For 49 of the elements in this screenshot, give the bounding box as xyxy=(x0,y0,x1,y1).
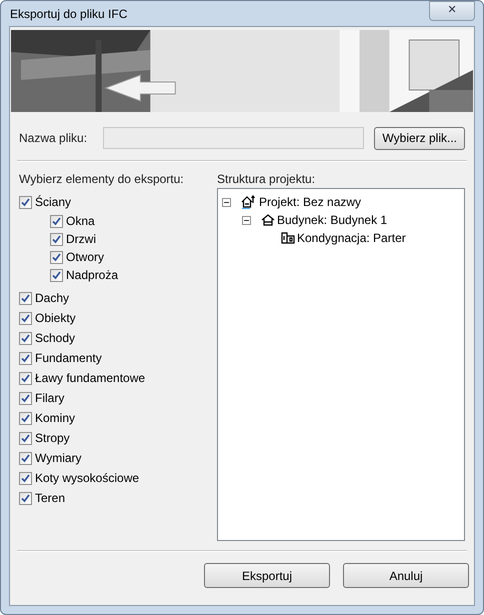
checkbox-label[interactable]: Nadproża xyxy=(66,266,118,284)
checkbox-label[interactable]: Okna xyxy=(66,212,95,230)
checkbox-label[interactable]: Kominy xyxy=(35,409,76,427)
checkbox[interactable] xyxy=(19,352,32,364)
tree-item[interactable]: Kondygnacja: Parter xyxy=(297,229,406,247)
elements-label: Wybierz elementy do eksportu: xyxy=(19,171,185,188)
checkbox[interactable] xyxy=(50,232,63,246)
structure-label: Struktura projektu: xyxy=(217,171,316,188)
collapse-toggle[interactable] xyxy=(242,216,251,224)
checkbox[interactable] xyxy=(19,432,32,444)
house-icon xyxy=(261,214,275,226)
checkbox[interactable] xyxy=(19,412,32,424)
checkbox-label[interactable]: Otwory xyxy=(66,248,104,266)
checkbox-label[interactable]: Teren xyxy=(35,489,66,507)
checkbox[interactable] xyxy=(19,196,32,208)
checkbox[interactable] xyxy=(50,268,63,282)
checkbox-label[interactable]: Ściany xyxy=(35,193,72,211)
checkbox-label[interactable]: Fundamenty xyxy=(35,349,102,367)
checkbox-label[interactable]: Ławy fundamentowe xyxy=(35,369,146,387)
checkbox[interactable] xyxy=(19,292,32,304)
collapse-toggle[interactable] xyxy=(222,198,231,206)
floor-plan-icon xyxy=(281,232,295,244)
checkbox-label[interactable]: Schody xyxy=(35,329,76,347)
choose-file-button[interactable]: Wybierz plik... xyxy=(374,126,465,150)
checkbox[interactable] xyxy=(19,492,32,504)
checkbox[interactable] xyxy=(19,332,32,344)
checkbox[interactable] xyxy=(19,452,32,464)
checkbox[interactable] xyxy=(19,392,32,404)
checkbox-label[interactable]: Wymiary xyxy=(35,449,82,467)
checkbox-label[interactable]: Koty wysokościowe xyxy=(35,469,140,487)
tree-item[interactable]: Budynek: Budynek 1 xyxy=(277,211,388,229)
window-title: Eksportuj do pliku IFC xyxy=(9,6,128,22)
checkbox[interactable] xyxy=(19,312,32,324)
checkbox[interactable] xyxy=(50,214,63,228)
checkbox-label[interactable]: Obiekty xyxy=(35,309,76,327)
project-tree[interactable]: Projekt: Bez nazwy Budynek: Budynek 1 Kondygnacja: Parter xyxy=(217,188,465,541)
checkbox[interactable] xyxy=(50,250,63,264)
checkbox-label[interactable]: Filary xyxy=(35,389,64,407)
checkbox-label[interactable]: Drzwi xyxy=(66,230,96,248)
checkbox[interactable] xyxy=(19,472,32,484)
export-button[interactable]: Eksportuj xyxy=(204,563,330,588)
close-button[interactable]: ✕ xyxy=(429,0,475,20)
file-name-label: Nazwa pliku: xyxy=(19,130,88,147)
house-stack-icon xyxy=(241,195,257,209)
checkbox-label[interactable]: Stropy xyxy=(35,429,70,447)
checkbox-label[interactable]: Dachy xyxy=(35,289,70,307)
tree-item[interactable]: Projekt: Bez nazwy xyxy=(259,193,362,211)
cancel-button[interactable]: Anuluj xyxy=(343,563,469,588)
checkbox[interactable] xyxy=(19,372,32,384)
